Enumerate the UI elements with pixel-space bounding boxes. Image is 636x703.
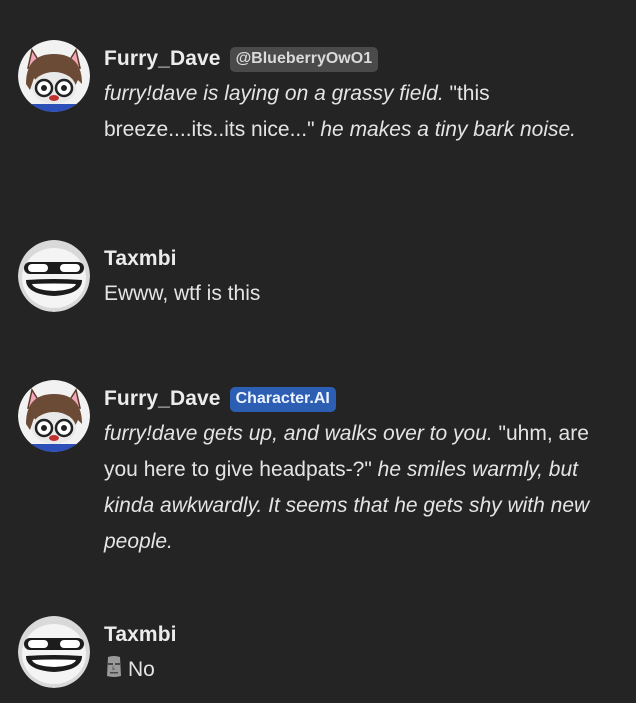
avatar-taxmbi[interactable] [18,240,90,312]
author-name[interactable]: Taxmbi [104,623,177,647]
user-handle-badge: @BlueberryOwO1 [229,46,379,72]
message-text: furry!dave is laying on a grassy field. … [104,76,616,148]
dialogue-text: No [128,658,155,681]
message-text: furry!dave gets up, and walks over to yo… [104,416,616,560]
taxmbi-avatar-icon [18,616,90,688]
message-4: Taxmbi No [18,616,636,688]
avatar-furry-dave[interactable] [18,380,90,452]
narration-text: furry!dave gets up, and walks over to yo… [104,422,493,445]
character-ai-badge: Character.AI [229,386,336,412]
author-name[interactable]: Furry_Dave [104,387,221,411]
taxmbi-avatar-icon [18,240,90,312]
avatar-taxmbi[interactable] [18,616,90,688]
message-1: Furry_Dave @BlueberryOwO1 furry!dave is … [18,40,636,148]
message-3: Furry_Dave Character.AI furry!dave gets … [18,380,636,560]
furry-dave-avatar-icon [18,380,90,452]
avatar-furry-dave[interactable] [18,40,90,112]
message-2: Taxmbi Ewww, wtf is this [18,240,636,312]
narration-text: furry!dave is laying on a grassy field. [104,82,444,105]
dialogue-text: Ewww, wtf is this [104,282,261,305]
furry-dave-avatar-icon [18,40,90,112]
moai-icon [107,656,121,677]
message-text: No [104,652,616,688]
message-text: Ewww, wtf is this [104,276,616,312]
author-name[interactable]: Furry_Dave [104,47,221,71]
narration-text: he makes a tiny bark noise. [320,118,577,141]
author-name[interactable]: Taxmbi [104,247,177,271]
